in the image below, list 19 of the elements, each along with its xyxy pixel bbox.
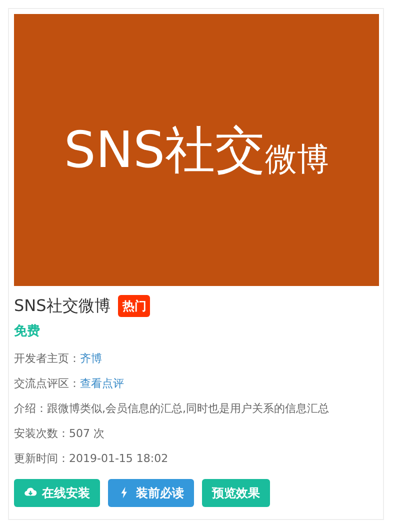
info-label: 安装次数： <box>14 426 69 440</box>
app-title: SNS社交微博 <box>14 295 110 317</box>
hot-tag: 热门 <box>118 295 150 317</box>
banner-subtitle: 微博 <box>264 143 329 175</box>
info-label: 开发者主页： <box>14 352 80 364</box>
info-value: 2019-01-15 18:02 <box>69 452 168 464</box>
info-label: 更新时间： <box>14 452 69 464</box>
info-label: 介绍： <box>14 402 47 414</box>
action-button[interactable]: 装前必读 <box>108 478 194 506</box>
info-link[interactable]: 查看点评 <box>80 376 124 390</box>
action-button[interactable]: 在线安装 <box>14 478 100 506</box>
banner-title: SNS社交 <box>64 125 265 175</box>
price-label: 免费 <box>14 323 41 341</box>
action-button[interactable]: 预览效果 <box>202 478 270 506</box>
cloud-download-icon <box>24 486 37 499</box>
info-link[interactable]: 齐博 <box>80 352 102 364</box>
info-value: 507 次 <box>69 426 104 440</box>
info-label: 交流点评区： <box>14 376 80 390</box>
info-value: 跟微博类似,会员信息的汇总,同时也是用户关系的信息汇总 <box>47 402 329 414</box>
